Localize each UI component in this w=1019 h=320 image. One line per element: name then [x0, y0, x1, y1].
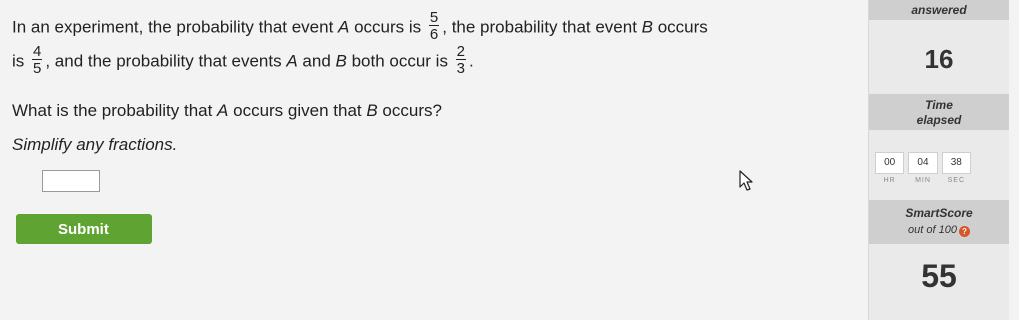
stats-sidebar: answered 16 Time elapsed 00 04 38 HR MIN… [868, 0, 1009, 320]
timer-unit-labels: HR MIN SEC [883, 177, 966, 184]
question-line-3: What is the probability that A occurs gi… [12, 101, 442, 120]
timer-minutes: 04 [908, 152, 938, 174]
answer-input[interactable] [42, 170, 100, 192]
fraction-p-a: 56 [428, 9, 440, 43]
answered-label: answered [869, 0, 1009, 20]
timer-hours: 00 [875, 152, 905, 174]
smartscore-header: SmartScore out of 100? [869, 200, 1009, 244]
timer-seconds: 38 [941, 152, 971, 174]
fraction-p-b: 45 [32, 43, 43, 77]
mouse-pointer-icon [739, 170, 753, 191]
question-line-1: In an experiment, the probability that e… [12, 9, 708, 43]
time-elapsed-header: Time elapsed [869, 94, 1009, 130]
fraction-p-ab: 23 [455, 43, 467, 77]
submit-button[interactable]: Submit [16, 214, 152, 244]
smartscore-value: 55 [921, 258, 957, 294]
question-line-2: is 45, and the probability that events A… [12, 43, 474, 77]
timer-display: 00 04 38 [875, 152, 971, 174]
info-icon[interactable]: ? [958, 226, 970, 237]
instruction-text: Simplify any fractions. [12, 135, 178, 154]
answered-count: 16 [924, 44, 954, 74]
